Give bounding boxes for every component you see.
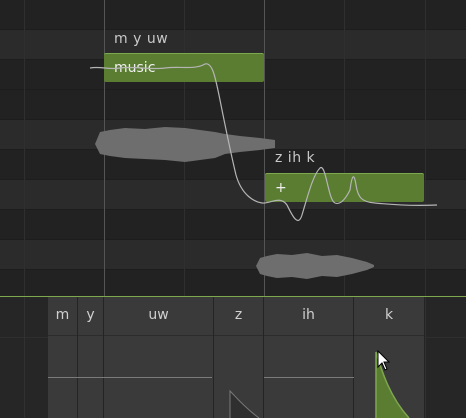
beat-line xyxy=(425,297,426,418)
phoneme-header-line xyxy=(104,335,213,336)
phoneme-editor[interactable]: m y uw z ih k xyxy=(0,297,466,418)
phoneme-m[interactable]: m xyxy=(48,297,78,418)
envelope-line[interactable] xyxy=(48,377,78,378)
mouse-pointer-icon xyxy=(377,350,391,371)
phoneme-label: y xyxy=(86,307,95,323)
phoneme-label: ih xyxy=(302,307,315,323)
phoneme-z[interactable]: z xyxy=(214,297,264,418)
phoneme-uw[interactable]: uw xyxy=(104,297,214,418)
phoneme-label: m xyxy=(55,307,70,323)
envelope-line[interactable] xyxy=(264,377,354,378)
envelope-line[interactable] xyxy=(78,377,104,378)
phoneme-ih[interactable]: ih xyxy=(264,297,354,418)
phoneme-header-line xyxy=(48,335,77,336)
envelope-line[interactable] xyxy=(104,377,212,378)
phoneme-label: uw xyxy=(148,307,169,323)
beat-line xyxy=(24,297,25,418)
z-envelope[interactable] xyxy=(214,297,264,418)
phoneme-y[interactable]: y xyxy=(78,297,104,418)
piano-roll[interactable]: m y uw music z ih k + xyxy=(0,0,466,296)
phoneme-header-line xyxy=(264,335,353,336)
phoneme-header-line xyxy=(78,335,103,336)
pitch-curve[interactable] xyxy=(0,0,466,296)
